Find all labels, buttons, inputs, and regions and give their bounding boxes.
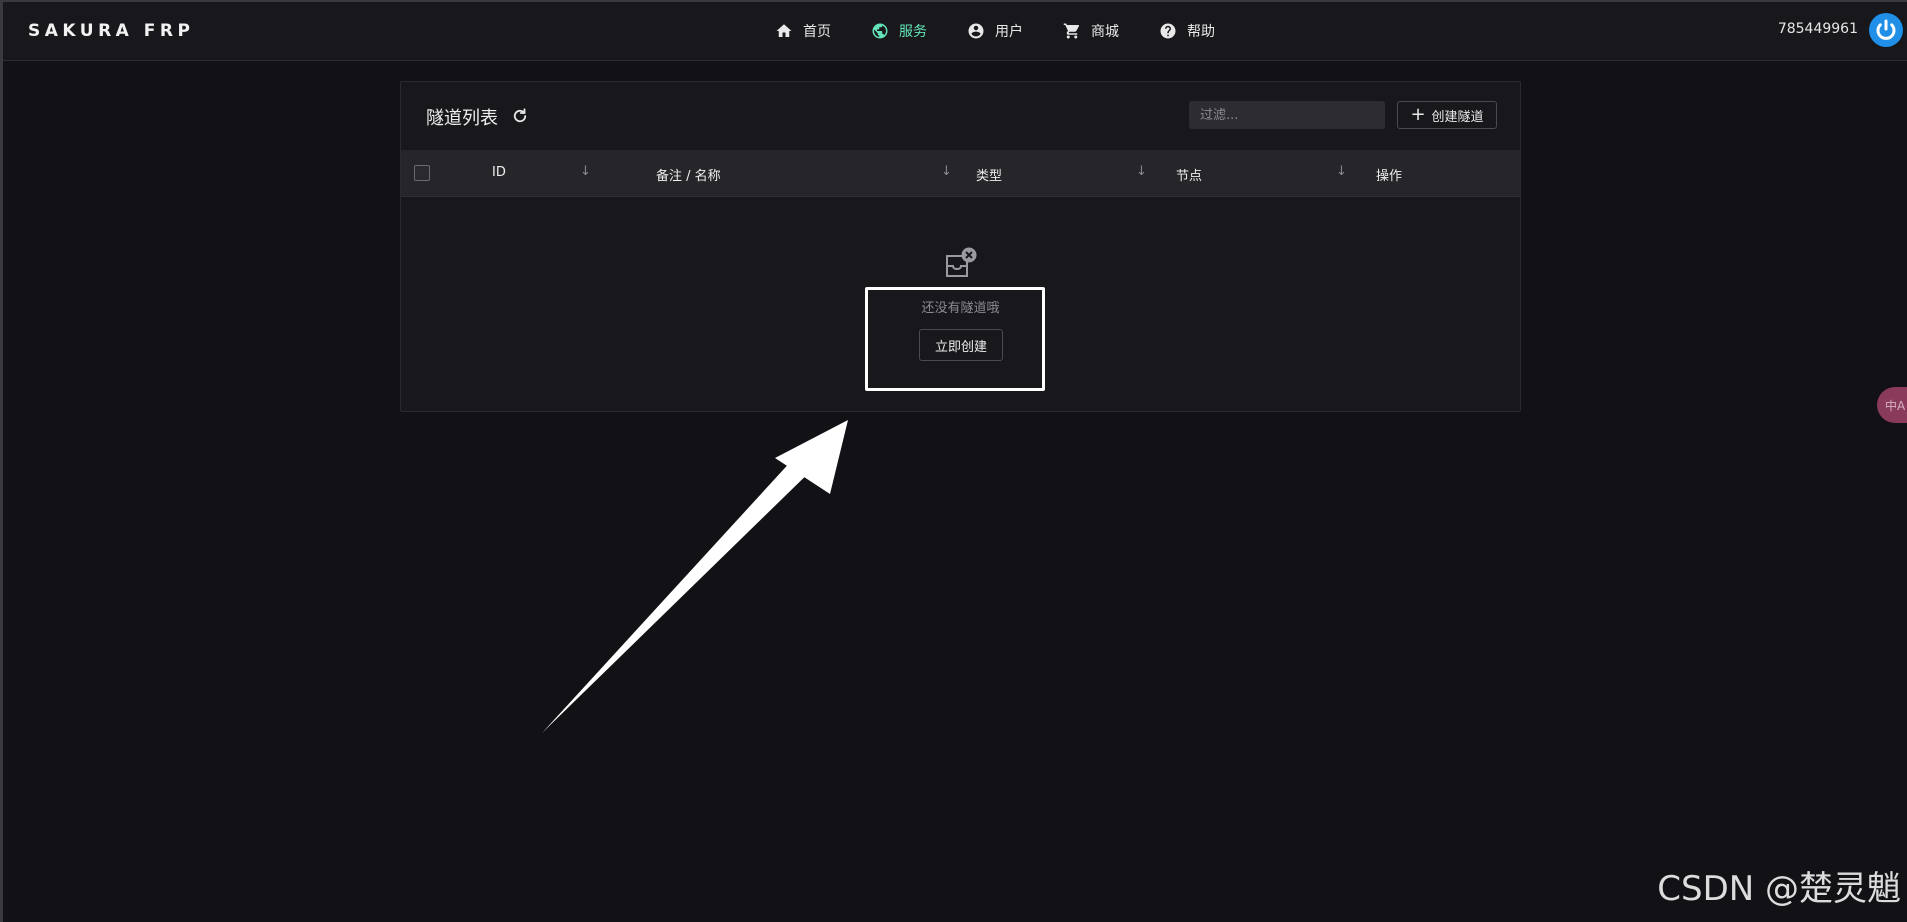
user-icon [968,23,984,38]
tunnel-list-card: 隧道列表 + 创建隧道 ID ↓ 备注 / 名称 ↓ 类型 ↓ 节点 ↓ 操作 … [400,81,1521,412]
globe-icon [872,23,888,38]
nav-label: 用户 [995,23,1023,40]
help-icon [1160,23,1176,38]
sort-arrow-icon[interactable]: ↓ [1136,164,1147,179]
nav-item-services[interactable]: 服务 [851,0,947,61]
page-title: 隧道列表 [426,108,498,129]
home-icon [776,23,792,37]
sort-arrow-icon[interactable]: ↓ [1336,164,1347,179]
column-header-name[interactable]: 备注 / 名称 [656,165,721,184]
nav-label: 首页 [803,23,831,40]
arrow-annotation [542,420,848,733]
select-all-checkbox[interactable] [414,165,430,181]
main-nav: 首页 服务 用户 商城 帮助 [755,0,1235,61]
nav-label: 帮助 [1187,23,1215,40]
avatar[interactable] [1869,13,1903,47]
empty-inbox-icon [946,247,977,277]
empty-message: 还没有隧道哦 [921,301,1000,316]
nav-item-user[interactable]: 用户 [947,0,1043,61]
language-switch-bubble[interactable]: 中A [1877,387,1907,423]
nav-item-shop[interactable]: 商城 [1043,0,1139,61]
sort-arrow-icon[interactable]: ↓ [580,164,591,179]
nav-item-help[interactable]: 帮助 [1139,0,1235,61]
brand-logo[interactable]: SAKURA FRP [28,21,194,41]
table-header: ID ↓ 备注 / 名称 ↓ 类型 ↓ 节点 ↓ 操作 [401,150,1520,197]
refresh-icon[interactable] [511,107,529,125]
column-header-id[interactable]: ID [492,165,506,180]
column-header-actions: 操作 [1376,169,1403,184]
nav-label: 商城 [1091,23,1119,40]
nav-label: 服务 [899,23,927,40]
create-tunnel-button[interactable]: + 创建隧道 [1397,101,1497,129]
create-now-button[interactable]: 立即创建 [919,329,1003,361]
filter-input[interactable] [1189,101,1385,129]
plus-icon: + [1410,104,1426,125]
nav-item-home[interactable]: 首页 [755,0,851,61]
power-icon [1876,19,1896,40]
sort-arrow-icon[interactable]: ↓ [941,164,952,179]
top-navbar: SAKURA FRP 首页 服务 用户 商城 帮助 785449961 [0,0,1907,61]
user-id[interactable]: 785449961 [1778,21,1858,37]
column-header-node[interactable]: 节点 [1176,165,1202,184]
column-header-type[interactable]: 类型 [976,165,1002,184]
create-tunnel-label: 创建隧道 [1431,109,1484,125]
cart-icon [1063,23,1080,38]
watermark: CSDN @楚灵魈 [1657,869,1901,909]
